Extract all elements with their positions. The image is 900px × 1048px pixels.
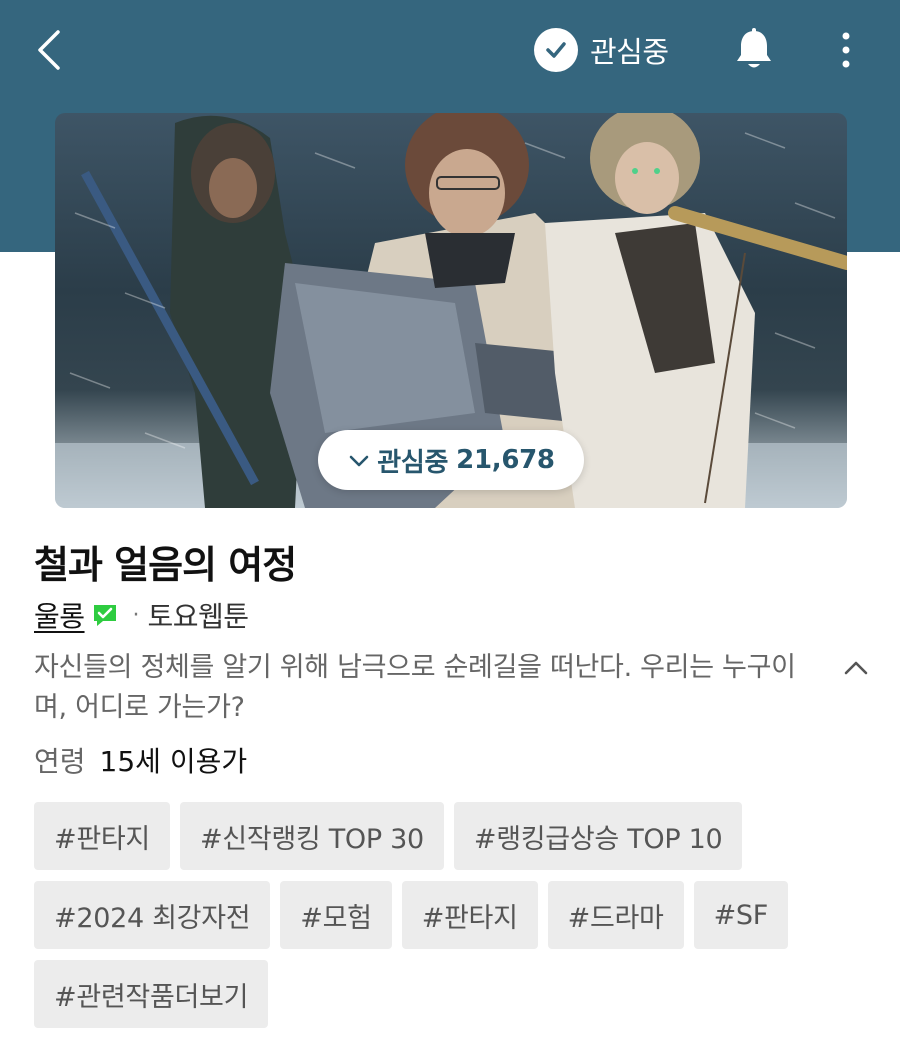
publish-day: 토요웹툰: [147, 600, 250, 633]
age-label: 연령: [34, 745, 86, 778]
subscribe-pill-label: 관심중: [377, 447, 449, 478]
author-meta-row: 울롱 · 토요웹툰: [34, 595, 249, 635]
tag-chip[interactable]: #신작랭킹 TOP 30: [179, 802, 444, 870]
age-value: 15세 이용가: [99, 745, 248, 778]
check-icon: [349, 455, 369, 467]
tag-chip[interactable]: #드라마: [547, 881, 684, 949]
chevron-left-icon: [38, 30, 60, 70]
back-button[interactable]: [28, 26, 72, 74]
tag-row: #2024 최강자전 #모험 #판타지 #드라마 #SF: [34, 881, 874, 949]
tag-chip[interactable]: #랭킹급상승 TOP 10: [453, 802, 743, 870]
tag-chip[interactable]: #모험: [280, 881, 392, 949]
more-options-button[interactable]: [830, 28, 862, 72]
author-link[interactable]: 울롱: [34, 595, 85, 635]
tag-row: #관련작품더보기: [34, 960, 874, 1028]
tag-chip[interactable]: #SF: [693, 881, 788, 949]
meta-separator: ·: [132, 602, 140, 628]
notification-button[interactable]: [731, 27, 777, 73]
tag-list: #판타지 #신작랭킹 TOP 30 #랭킹급상승 TOP 10 #2024 최강…: [34, 802, 874, 1039]
verified-badge-icon: [91, 601, 119, 629]
webtoon-title: 철과 얼음의 여정: [34, 543, 297, 587]
bell-icon: [737, 28, 771, 68]
subscriber-count: 21,678: [456, 445, 555, 475]
collapse-synopsis-button[interactable]: [840, 652, 872, 684]
subscribe-label: 관심중: [590, 35, 669, 69]
tag-chip[interactable]: #판타지: [401, 881, 538, 949]
top-bar: 관심중: [0, 0, 900, 100]
related-works-tag[interactable]: #관련작품더보기: [34, 960, 269, 1028]
synopsis: 자신들의 정체를 알기 위해 남극으로 순례길을 떠난다. 우리는 누구이며, …: [34, 652, 796, 723]
subscriber-count-button[interactable]: 관심중 21,678: [318, 430, 584, 490]
age-rating-row: 연령 15세 이용가: [34, 740, 247, 780]
subscribe-toggle-button[interactable]: 관심중: [534, 27, 669, 73]
check-circle-icon: [534, 28, 578, 72]
tag-chip[interactable]: #2024 최강자전: [34, 881, 271, 949]
more-vertical-icon: [842, 32, 850, 68]
tag-chip[interactable]: #판타지: [34, 802, 170, 870]
chevron-up-icon: [844, 661, 868, 675]
tag-row: #판타지 #신작랭킹 TOP 30 #랭킹급상승 TOP 10: [34, 802, 874, 870]
